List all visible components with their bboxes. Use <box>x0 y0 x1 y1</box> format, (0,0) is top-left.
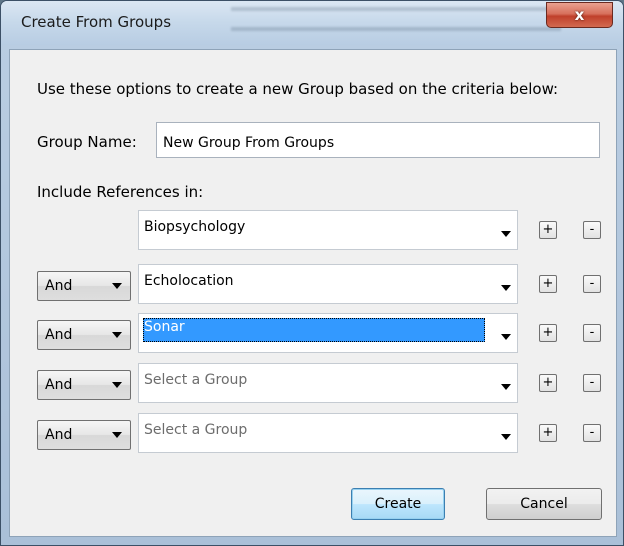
operator-value: And <box>45 278 73 294</box>
group-select[interactable]: Select a Group <box>138 413 518 453</box>
operator-select[interactable]: And <box>37 271 131 301</box>
remove-row-button[interactable]: - <box>583 221 601 239</box>
group-select-value: Select a Group <box>144 422 248 438</box>
operator-value: And <box>45 377 73 393</box>
operator-select[interactable]: And <box>37 420 131 450</box>
remove-row-button[interactable]: - <box>583 324 601 342</box>
intro-text: Use these options to create a new Group … <box>37 80 559 98</box>
group-select-value: Echolocation <box>144 273 234 289</box>
title-bar[interactable]: Create From Groups <box>1 1 623 45</box>
operator-select[interactable]: And <box>37 320 131 350</box>
create-button[interactable]: Create <box>351 488 445 520</box>
remove-row-button[interactable]: - <box>583 424 601 442</box>
chevron-down-icon <box>112 283 122 289</box>
group-select[interactable]: Select a Group <box>138 363 518 403</box>
group-name-label: Group Name: <box>37 133 137 151</box>
group-select-value: Biopsychology <box>144 219 246 235</box>
close-icon: x <box>574 6 585 24</box>
group-name-field[interactable] <box>156 122 600 158</box>
chevron-down-icon <box>501 334 511 340</box>
remove-row-button[interactable]: - <box>583 275 601 293</box>
chevron-down-icon <box>501 384 511 390</box>
group-select-value: Select a Group <box>144 372 248 388</box>
group-select[interactable]: Echolocation <box>138 264 518 304</box>
criteria-row: And Select a Group + - <box>10 413 618 453</box>
chevron-down-icon <box>501 285 511 291</box>
background-window-ghost <box>231 1 561 43</box>
group-select-value: Sonar <box>143 318 485 342</box>
criteria-row: And Select a Group + - <box>10 363 618 403</box>
remove-row-button[interactable]: - <box>583 374 601 392</box>
add-row-button[interactable]: + <box>539 324 557 342</box>
chevron-down-icon <box>112 382 122 388</box>
group-select[interactable]: Biopsychology <box>138 210 518 250</box>
dialog-body: Use these options to create a new Group … <box>9 49 617 537</box>
cancel-button[interactable]: Cancel <box>486 488 602 520</box>
operator-value: And <box>45 427 73 443</box>
criteria-row: Biopsychology + - <box>10 210 618 250</box>
include-references-label: Include References in: <box>37 183 204 201</box>
chevron-down-icon <box>501 434 511 440</box>
dialog-window: Create From Groups x Use these options t… <box>0 0 624 546</box>
chevron-down-icon <box>501 231 511 237</box>
close-button[interactable]: x <box>546 2 613 28</box>
operator-value: And <box>45 327 73 343</box>
add-row-button[interactable]: + <box>539 221 557 239</box>
group-select[interactable]: Sonar <box>138 313 518 353</box>
chevron-down-icon <box>112 432 122 438</box>
add-row-button[interactable]: + <box>539 374 557 392</box>
criteria-row: And Sonar + - <box>10 313 618 353</box>
criteria-row: And Echolocation + - <box>10 264 618 304</box>
add-row-button[interactable]: + <box>539 424 557 442</box>
operator-select[interactable]: And <box>37 370 131 400</box>
window-title: Create From Groups <box>21 13 172 31</box>
chevron-down-icon <box>112 332 122 338</box>
add-row-button[interactable]: + <box>539 275 557 293</box>
